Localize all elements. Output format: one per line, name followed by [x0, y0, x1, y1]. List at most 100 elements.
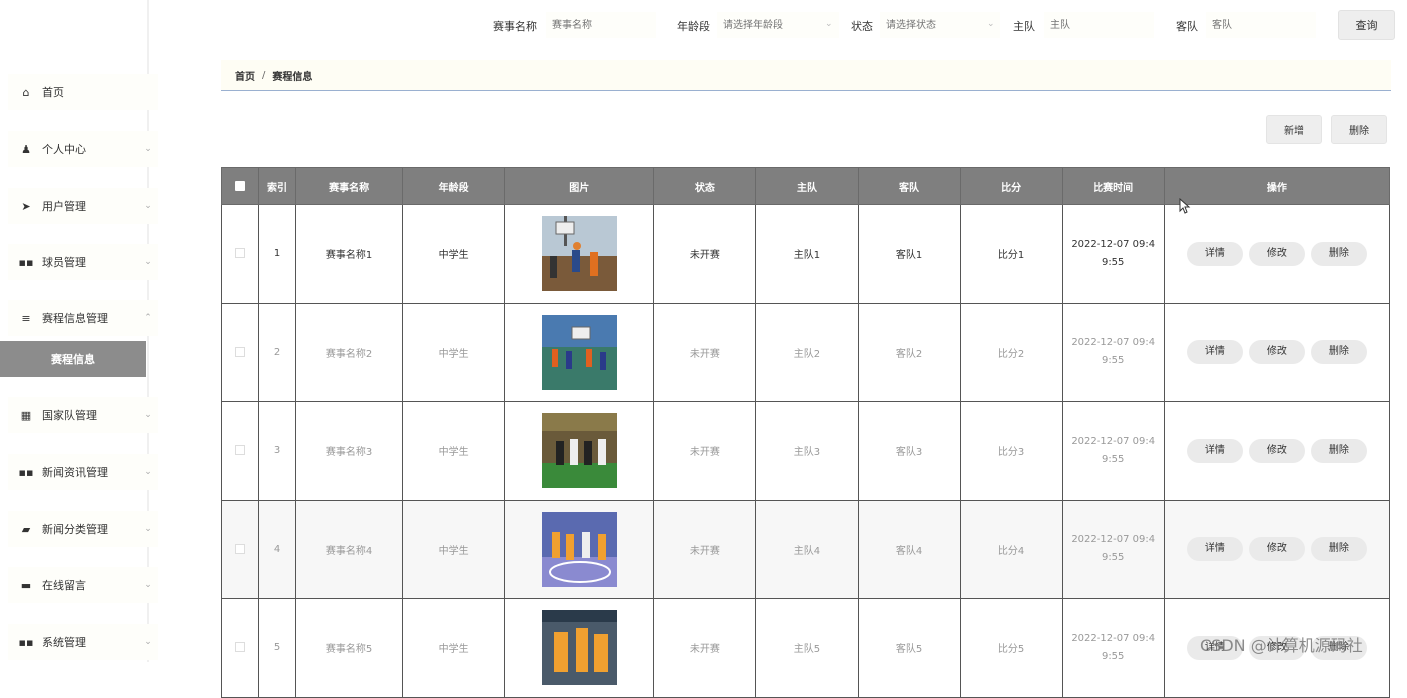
column-header: 操作	[1163, 167, 1391, 205]
sidebar-item-label: 在线留言	[42, 579, 86, 592]
home-team-cell: 主队5	[755, 598, 859, 698]
home-team-cell: 主队1	[755, 204, 859, 304]
sidebar-item-news-category-management[interactable]: ▰ 新闻分类管理 ⌄	[8, 511, 158, 547]
row-checkbox[interactable]	[235, 346, 246, 357]
column-header: 年龄段	[402, 167, 506, 205]
index-cell: 1	[258, 204, 297, 304]
away-team-cell: 客队4	[857, 499, 961, 599]
match-photo	[541, 610, 617, 686]
match-name-input[interactable]	[546, 12, 656, 38]
user-icon: ♟	[21, 142, 31, 156]
detail-button[interactable]: 详情	[1186, 340, 1243, 365]
age-cell: 中学生	[402, 499, 506, 599]
breadcrumb-separator: /	[262, 69, 266, 81]
table-row: 1 赛事名称1 中学生 未开赛 主队1 客队1 比分1 2022-12-07 0…	[220, 204, 1391, 304]
delete-button[interactable]: 删除	[1310, 340, 1367, 365]
image-cell	[504, 499, 655, 599]
row-checkbox[interactable]	[235, 543, 246, 554]
time-rest: 9:55	[1101, 453, 1125, 465]
actions-cell: 详情 修改 删除	[1163, 499, 1391, 599]
chevron-down-icon: ⌄	[144, 410, 152, 420]
image-cell	[504, 401, 655, 501]
delete-button[interactable]: 删除	[1310, 537, 1367, 562]
time-cell: 2022-12-07 09:4 9:55	[1061, 499, 1165, 599]
detail-button[interactable]: 详情	[1186, 241, 1243, 266]
age-group-select[interactable]	[717, 12, 839, 38]
status-cell: 未开赛	[653, 598, 757, 698]
time-date: 2022-12-07 09:4	[1071, 337, 1156, 349]
sidebar-subitem-schedule-info[interactable]: 赛程信息	[0, 341, 146, 377]
sidebar-item-system-management[interactable]: ▪▪ 系统管理 ⌄	[8, 624, 158, 660]
sidebar-item-player-management[interactable]: ▪▪ 球员管理 ⌄	[8, 244, 158, 280]
index-cell: 3	[258, 401, 297, 501]
status-label: 状态	[851, 20, 873, 33]
time-cell: 2022-12-07 09:4 9:55	[1061, 401, 1165, 501]
sidebar-item-user-management[interactable]: ➤ 用户管理 ⌄	[8, 188, 158, 224]
breadcrumb: 首页 / 赛程信息	[221, 60, 1391, 91]
sidebar-item-label: 球员管理	[42, 256, 86, 269]
home-team-input[interactable]	[1044, 12, 1154, 38]
breadcrumb-home[interactable]: 首页	[235, 68, 255, 83]
score-cell: 比分4	[959, 499, 1063, 599]
detail-button[interactable]: 详情	[1186, 438, 1243, 463]
name-cell: 赛事名称5	[295, 598, 404, 698]
index-cell: 2	[258, 302, 297, 402]
edit-button[interactable]: 修改	[1248, 438, 1305, 463]
chevron-down-icon: ⌄	[144, 257, 152, 267]
time-cell: 2022-12-07 09:4 9:55	[1061, 204, 1165, 304]
away-team-cell: 客队1	[857, 204, 961, 304]
away-team-input[interactable]	[1206, 12, 1316, 38]
index-cell: 5	[258, 598, 297, 698]
sidebar-item-online-message[interactable]: ▬ 在线留言 ⌄	[8, 567, 158, 603]
status-cell: 未开赛	[653, 204, 757, 304]
sidebar: ⌂ 首页 ♟ 个人中心 ⌄ ➤ 用户管理 ⌄ ▪▪ 球员管理 ⌄ ≡ 赛程信息管…	[0, 0, 158, 662]
image-cell	[504, 302, 655, 402]
column-header: 比赛时间	[1061, 167, 1165, 205]
table-row: 3 赛事名称3 中学生 未开赛 主队3 客队3 比分3 2022-12-07 0…	[220, 401, 1391, 501]
sidebar-item-national-team-management[interactable]: ▦ 国家队管理 ⌄	[8, 397, 158, 433]
sidebar-item-home[interactable]: ⌂ 首页	[8, 74, 158, 110]
breadcrumb-current: 赛程信息	[272, 71, 313, 83]
away-team-cell: 客队2	[857, 302, 961, 402]
add-button[interactable]: 新增	[1266, 115, 1322, 144]
score-cell: 比分3	[959, 401, 1063, 501]
chevron-down-icon: ⌄	[144, 201, 152, 211]
column-header: 图片	[504, 167, 655, 205]
row-checkbox[interactable]	[235, 445, 246, 456]
delete-button[interactable]: 删除	[1310, 438, 1367, 463]
home-team-label: 主队	[1013, 20, 1035, 33]
row-checkbox[interactable]	[235, 248, 246, 259]
grid-icon: ▪▪	[18, 465, 34, 479]
delete-button[interactable]: 删除	[1310, 241, 1367, 266]
sidebar-item-label: 首页	[42, 86, 64, 99]
score-cell: 比分5	[959, 598, 1063, 698]
score-cell: 比分1	[959, 204, 1063, 304]
row-checkbox[interactable]	[235, 642, 246, 653]
status-cell: 未开赛	[653, 499, 757, 599]
chevron-down-icon: ⌄	[144, 467, 152, 477]
edit-button[interactable]: 修改	[1248, 537, 1305, 562]
sidebar-item-personal-center[interactable]: ♟ 个人中心 ⌄	[8, 131, 158, 167]
column-header: 状态	[653, 167, 757, 205]
away-team-cell: 客队3	[857, 401, 961, 501]
age-cell: 中学生	[402, 204, 506, 304]
actions-cell: 详情 修改 删除	[1163, 302, 1391, 402]
score-cell: 比分2	[959, 302, 1063, 402]
sidebar-item-label: 赛程信息管理	[42, 312, 108, 325]
edit-button[interactable]: 修改	[1248, 241, 1305, 266]
home-icon: ⌂	[22, 85, 30, 99]
sidebar-item-news-management[interactable]: ▪▪ 新闻资讯管理 ⌄	[8, 454, 158, 490]
select-all-checkbox[interactable]	[235, 180, 246, 191]
chevron-down-icon: ⌄	[144, 144, 152, 154]
query-button[interactable]: 查询	[1338, 10, 1395, 40]
edit-button[interactable]: 修改	[1248, 340, 1305, 365]
sidebar-item-schedule-management[interactable]: ≡ 赛程信息管理 ⌃	[8, 300, 158, 336]
select-all-cell[interactable]	[220, 167, 260, 205]
status-select[interactable]	[880, 12, 1000, 38]
table-header-row: 索引 赛事名称 年龄段 图片 状态 主队 客队 比分 比赛时间 操作	[220, 167, 1391, 205]
away-team-label: 客队	[1176, 20, 1198, 33]
batch-delete-button[interactable]: 删除	[1331, 115, 1387, 144]
sidebar-item-label: 新闻资讯管理	[42, 466, 108, 479]
detail-button[interactable]: 详情	[1186, 537, 1243, 562]
time-date: 2022-12-07 09:4	[1071, 534, 1156, 546]
